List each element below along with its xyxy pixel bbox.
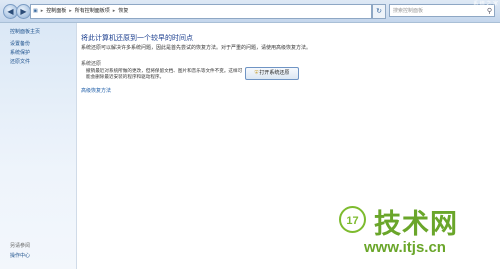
sidebar-item-restore-files[interactable]: 还原文件 [10,58,30,65]
navigation-bar: ◀ ▶ ▣ ▸ 控制面板 ▸ 所有控制面板项 ▸ 恢复 ↻ 搜索控制面板 ⚲ 系 统 之 家 [0,0,500,23]
sidebar-item-backup-settings[interactable]: 设置备份 [10,40,30,47]
sidebar: 控制面板主页 设置备份 系统保护 还原文件 另请参阅 操作中心 [0,23,77,269]
sidebar-item-action-center[interactable]: 操作中心 [10,252,30,259]
address-bar[interactable]: ▣ ▸ 控制面板 ▸ 所有控制面板项 ▸ 恢复 [30,4,372,19]
see-also-heading: 另请参阅 [10,243,31,249]
breadcrumb-recovery[interactable]: 恢复 [116,5,130,18]
main-content: 将此计算机还原到一个较早的时间点 系统还原可以解决许多系统问题，因此是首先尝试的… [77,23,500,269]
page-title: 将此计算机还原到一个较早的时间点 [81,34,193,42]
forward-button[interactable]: ▶ [16,4,31,19]
system-restore-heading: 系统还原 [81,61,102,67]
control-panel-icon: ▣ [33,8,38,14]
breadcrumb-all-items[interactable]: 所有控制面板项 [73,5,112,18]
refresh-button[interactable]: ↻ [372,4,386,19]
breadcrumb-control-panel[interactable]: 控制面板 [44,5,68,18]
open-system-restore-label: 打开系统还原 [259,70,290,76]
open-system-restore-button[interactable]: ⛨打开系统还原 [245,67,299,80]
system-restore-description: 撤销最近对系统所做的更改，但将保留文档、图片和音乐等文件不变。这样可能会删除最近… [86,69,243,80]
shield-icon: ⛨ [254,70,259,76]
page-description: 系统还原可以解决许多系统问题，因此是首先尝试的恢复方法。对于严重的问题，请使用高… [81,45,312,51]
search-placeholder: 搜索控制面板 [393,8,424,14]
sidebar-item-system-protection[interactable]: 系统保护 [10,49,30,56]
advanced-recovery-link[interactable]: 高级恢复方法 [81,87,111,94]
sidebar-item-control-panel-home[interactable]: 控制面板主页 [10,28,40,35]
corner-watermark: 系 统 之 家 [473,1,498,7]
